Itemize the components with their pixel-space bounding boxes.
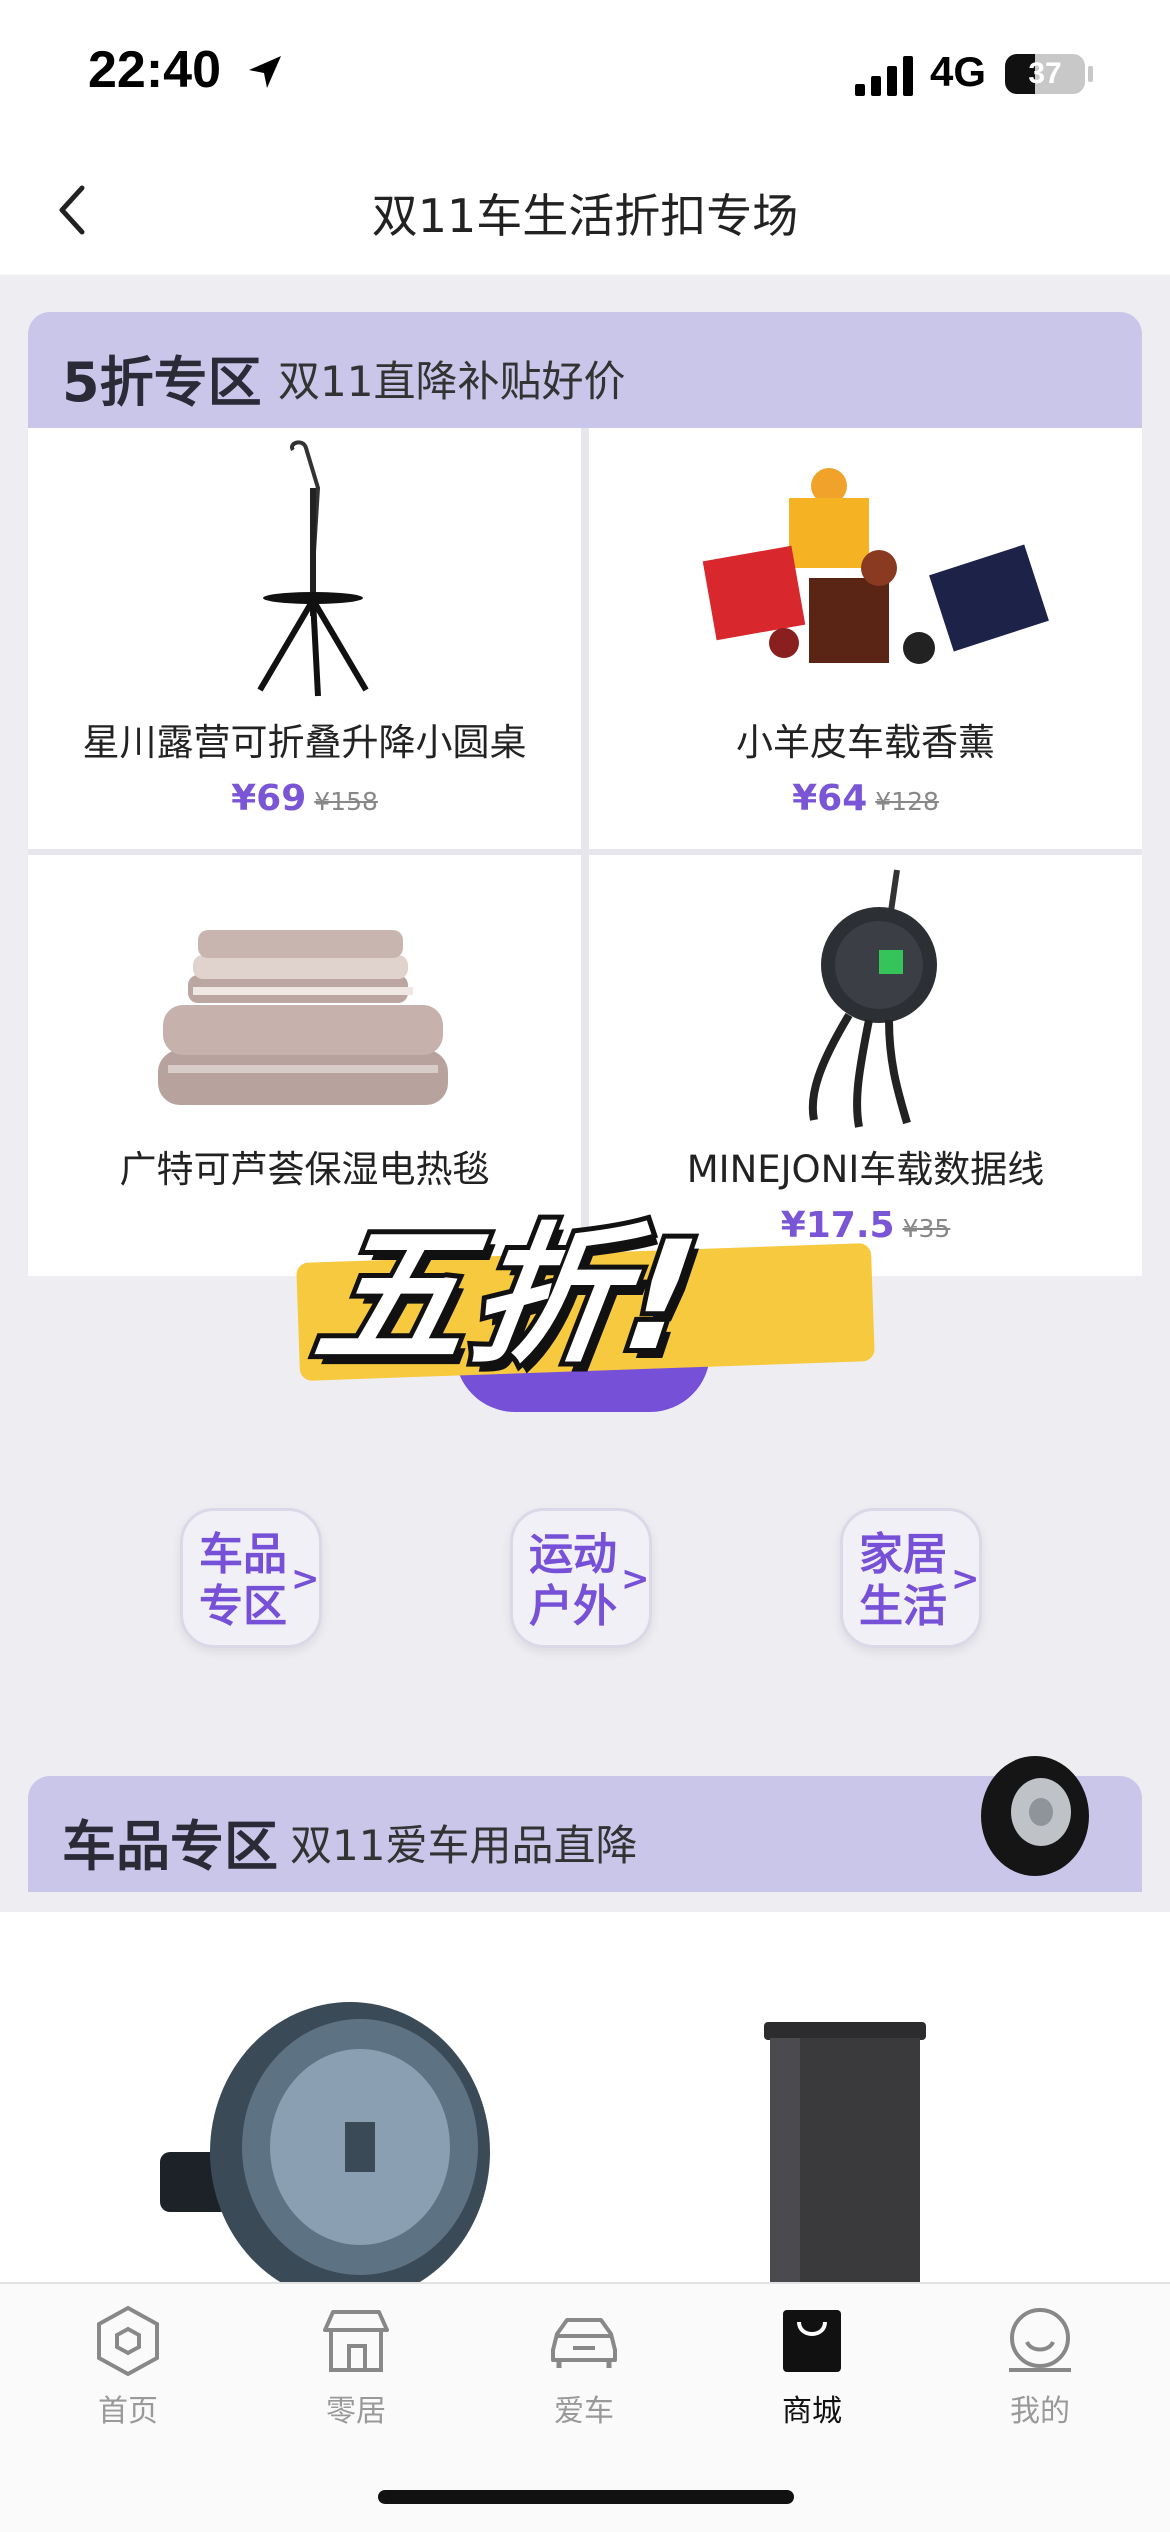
- category-button-home[interactable]: 家居生活 >: [840, 1508, 982, 1648]
- category-label: 运动户外: [529, 1529, 617, 1632]
- product-image: [764, 2022, 926, 2282]
- price-row: ¥69 ¥158: [28, 778, 581, 819]
- location-arrow-icon: [249, 56, 281, 88]
- chevron-right-icon: >: [951, 1559, 980, 1599]
- shopping-bag-icon: [783, 2310, 841, 2372]
- tab-mall[interactable]: 商城: [698, 2304, 926, 2454]
- product-card[interactable]: 小羊皮车载香薰 ¥64 ¥128: [589, 428, 1142, 849]
- discount-section-header: 5折专区 双11直降补贴好价: [28, 312, 1142, 428]
- status-time: 22:40: [88, 41, 221, 99]
- hexagon-home-icon: [97, 2305, 159, 2377]
- car-products-list: [0, 1912, 1170, 2282]
- battery-cap: [1088, 66, 1093, 82]
- chevron-right-icon: >: [621, 1559, 650, 1599]
- original-price: ¥158: [314, 787, 378, 816]
- storefront-icon: [323, 2310, 389, 2372]
- sale-price: ¥64: [792, 778, 868, 819]
- product-image: [160, 2002, 490, 2282]
- original-price: ¥128: [875, 787, 939, 816]
- category-label: 家居生活: [859, 1529, 947, 1632]
- tab-profile[interactable]: 我的: [926, 2304, 1154, 2454]
- status-bar: 22:40 4G 37: [0, 0, 1170, 150]
- original-price: ¥35: [902, 1214, 951, 1243]
- section-title: 5折专区: [62, 351, 262, 414]
- sale-price: ¥69: [231, 778, 307, 819]
- promo-text: 五折!: [301, 1205, 716, 1389]
- tire-icon: [981, 1756, 1089, 1876]
- home-indicator: [378, 2490, 794, 2504]
- cellular-signal-icon: [855, 56, 913, 96]
- section-subtitle: 双11爱车用品直降: [290, 1821, 638, 1870]
- tab-label: 首页: [98, 2394, 158, 2429]
- product-image: [808, 869, 937, 1128]
- product-image: [702, 468, 1049, 664]
- tab-label: 我的: [1010, 2394, 1070, 2429]
- tab-home[interactable]: 首页: [14, 2304, 242, 2454]
- car-icon: [551, 2318, 617, 2368]
- promo-banner: 五折!: [296, 1185, 875, 1389]
- product-card[interactable]: 星川露营可折叠升降小圆桌 ¥69 ¥158: [28, 428, 581, 849]
- tab-label: 零居: [326, 2394, 386, 2429]
- network-type: 4G: [930, 48, 987, 95]
- product-name: 星川露营可折叠升降小圆桌: [82, 721, 527, 764]
- battery-percent: 37: [1028, 57, 1062, 90]
- tab-my-car[interactable]: 爱车: [470, 2304, 698, 2454]
- smile-profile-icon: [1009, 2308, 1071, 2372]
- page-title: 双11车生活折扣专场: [371, 189, 799, 243]
- nav-header: 双11车生活折扣专场: [0, 150, 1170, 275]
- tab-label: 爱车: [554, 2394, 614, 2429]
- category-label: 车品专区: [199, 1529, 287, 1632]
- tab-label: 商城: [782, 2394, 842, 2429]
- product-image: [257, 440, 369, 697]
- tab-neighborhood[interactable]: 零居: [242, 2304, 470, 2454]
- product-grid: 星川露营可折叠升降小圆桌 ¥69 ¥158 小羊皮车载香薰 ¥64 ¥128 广…: [28, 428, 1142, 1276]
- category-button-outdoor[interactable]: 运动户外 >: [510, 1508, 652, 1648]
- battery-icon: 37: [1005, 54, 1085, 94]
- section-subtitle: 双11直降补贴好价: [278, 357, 626, 406]
- section-title: 车品专区: [62, 1815, 278, 1878]
- chevron-right-icon: >: [291, 1559, 320, 1599]
- product-name: 小羊皮车载香薰: [736, 721, 995, 764]
- product-image: [158, 930, 448, 1105]
- price-row: ¥64 ¥128: [589, 778, 1142, 819]
- category-button-car[interactable]: 车品专区 >: [180, 1508, 322, 1648]
